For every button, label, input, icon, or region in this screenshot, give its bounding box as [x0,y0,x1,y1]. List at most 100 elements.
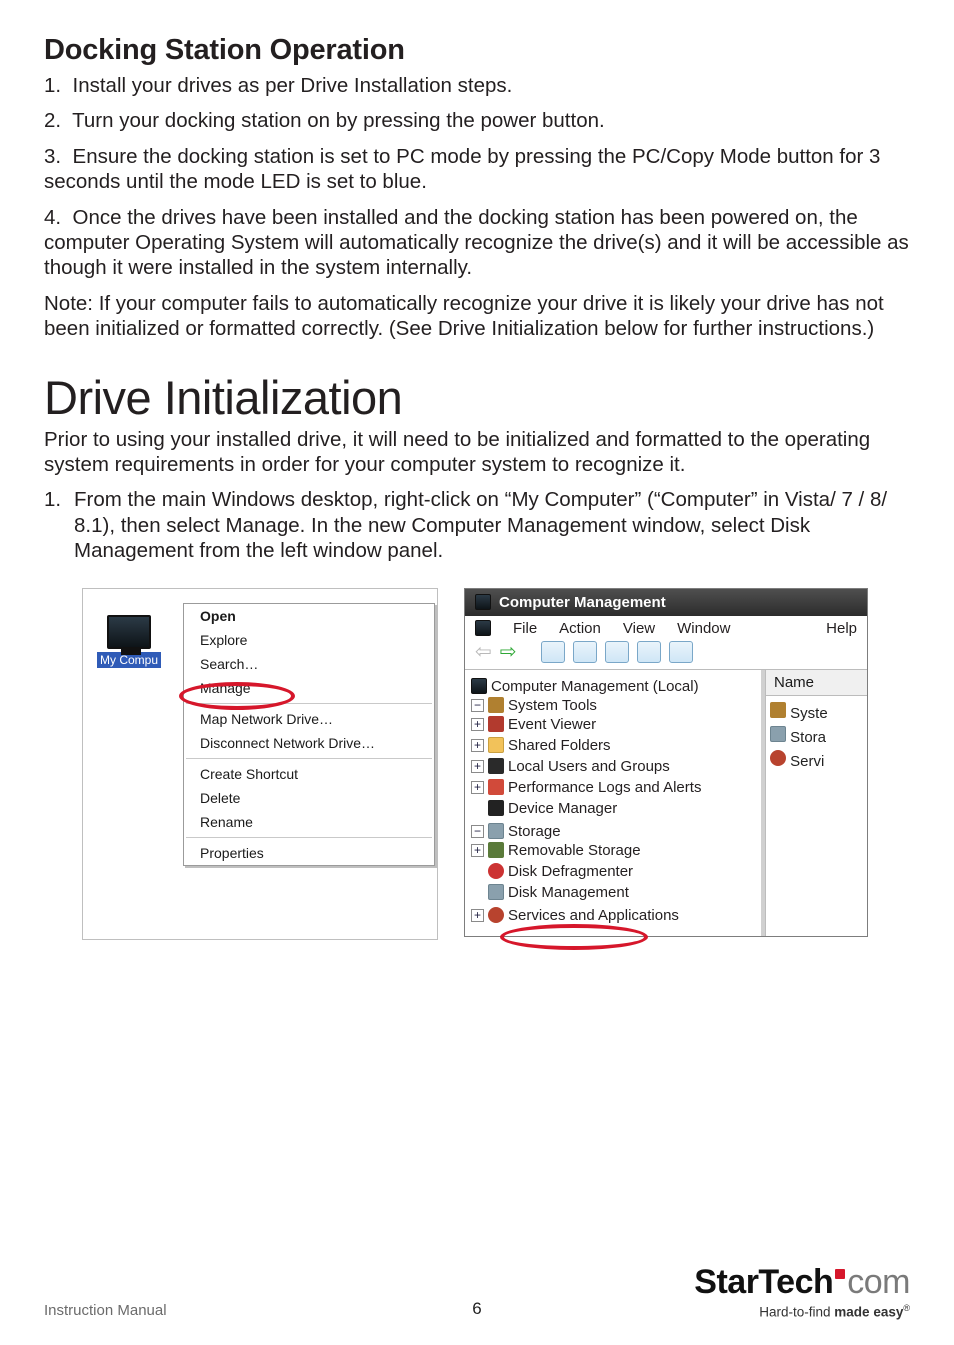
tree-label: Performance Logs and Alerts [508,779,701,796]
list-header-name[interactable]: Name [766,670,867,696]
drive-init-heading: Drive Initialization [44,370,910,425]
ctx-item-create-shortcut[interactable]: Create Shortcut [184,762,434,786]
perf-icon [488,779,504,795]
storage-icon [770,726,786,742]
menu-window[interactable]: Window [677,620,730,637]
list-panel: Name Syste Stora Servi [765,670,867,936]
mmc-doc-icon [475,620,491,636]
list-label: Syste [790,705,828,722]
screenshot-computer-management: Computer Management File Action View Win… [464,588,868,940]
toolbar-button-5[interactable] [669,641,693,663]
step-number: 3. [44,145,61,168]
window-titlebar[interactable]: Computer Management [465,589,867,616]
tree-label: Local Users and Groups [508,758,670,775]
tree-disk-management[interactable]: Disk Management [471,884,761,901]
step-text: Install your drives as per Drive Install… [73,74,513,97]
tree-system-tools[interactable]: − System Tools [471,697,761,714]
ctx-item-manage[interactable]: Manage [184,676,434,700]
expand-icon[interactable]: + [471,781,484,794]
device-manager-icon [488,800,504,816]
removable-icon [488,842,504,858]
mmc-body: Computer Management (Local) − System Too… [465,669,867,936]
menu-file[interactable]: File [513,620,537,637]
ctx-item-delete[interactable]: Delete [184,786,434,810]
init-steps-list: 1.From the main Windows desktop, right-c… [44,487,910,563]
expand-icon[interactable]: + [471,739,484,752]
ctx-item-rename[interactable]: Rename [184,810,434,834]
tree-local-users[interactable]: + Local Users and Groups [471,758,761,775]
menu-bar: File Action View Window Help [465,616,867,639]
tree-perf-logs[interactable]: + Performance Logs and Alerts [471,779,761,796]
tree-shared-folders[interactable]: + Shared Folders [471,737,761,754]
tree-device-manager[interactable]: Device Manager [471,800,761,817]
tree-label: Services and Applications [508,907,679,924]
back-button[interactable]: ⇦ [475,642,492,662]
users-icon [488,758,504,774]
computer-icon [471,678,487,694]
toolbar-button-2[interactable] [573,641,597,663]
menu-action[interactable]: Action [559,620,601,637]
list-row[interactable]: Stora [770,724,865,748]
toolbar-button-3[interactable] [605,641,629,663]
menu-help[interactable]: Help [826,620,857,637]
expand-icon[interactable]: + [471,718,484,731]
toolbar: ⇦ ⇨ [465,639,867,669]
tree-event-viewer[interactable]: + Event Viewer [471,716,761,733]
expand-icon[interactable]: + [471,909,484,922]
tree-panel: Computer Management (Local) − System Too… [465,670,765,936]
tree-services-apps[interactable]: + Services and Applications [471,907,761,924]
step-number: 4. [44,206,61,229]
tree-label: Storage [508,823,561,840]
mmc-icon [475,594,491,610]
forward-button[interactable]: ⇨ [500,642,517,662]
collapse-icon[interactable]: − [471,825,484,838]
services-icon [488,907,504,923]
tree-label: Shared Folders [508,737,611,754]
tree-storage[interactable]: − Storage [471,823,761,840]
list-row[interactable]: Syste [770,700,865,724]
my-computer-icon[interactable]: My Compu [77,615,181,669]
folder-icon [488,737,504,753]
mmc-window: Computer Management File Action View Win… [464,588,868,937]
brand-name-1: StarTech [694,1263,833,1301]
dock-step-3: 3. Ensure the docking station is set to … [44,144,910,195]
page-content: Docking Station Operation 1. Install you… [44,34,910,940]
menu-view[interactable]: View [623,620,655,637]
expand-icon[interactable]: + [471,844,484,857]
init-intro: Prior to using your installed drive, it … [44,427,910,478]
toolbar-button-1[interactable] [541,641,565,663]
ctx-item-open[interactable]: Open [184,604,434,628]
brand-block: StarTech com Hard-to-find made easy® [694,1265,910,1320]
brand-dot-icon [835,1269,845,1279]
registered-mark: ® [903,1303,910,1313]
monitor-icon [107,615,151,649]
screenshot-context-menu: My Compu Open Explore Search… Manage Map… [82,588,438,940]
services-icon [770,750,786,766]
tools-icon [770,702,786,718]
ctx-item-search[interactable]: Search… [184,652,434,676]
list-label: Servi [790,753,824,770]
brand-name-2: com [847,1263,910,1301]
ctx-item-map-drive[interactable]: Map Network Drive… [184,707,434,731]
step-number: 2. [44,109,61,132]
list-row[interactable]: Servi [770,748,865,772]
ctx-separator [186,703,432,704]
ctx-item-properties[interactable]: Properties [184,841,434,865]
toolbar-button-help[interactable] [637,641,661,663]
dock-note: Note: If your computer fails to automati… [44,291,910,342]
ctx-item-disconnect-drive[interactable]: Disconnect Network Drive… [184,731,434,755]
tree-label: Event Viewer [508,716,596,733]
footer-instruction-manual: Instruction Manual [44,1302,167,1319]
tree-removable-storage[interactable]: + Removable Storage [471,842,761,859]
step-text: Ensure the docking station is set to PC … [44,145,880,193]
ctx-item-explore[interactable]: Explore [184,628,434,652]
tree-disk-defragmenter[interactable]: Disk Defragmenter [471,863,761,880]
window-title: Computer Management [499,594,666,611]
tree-root[interactable]: Computer Management (Local) [471,678,761,695]
tree-label: Disk Defragmenter [508,863,633,880]
brand-tagline: Hard-to-find made easy® [694,1303,910,1320]
collapse-icon[interactable]: − [471,699,484,712]
expand-icon[interactable]: + [471,760,484,773]
brand-logo: StarTech com [694,1265,910,1299]
step-number: 1. [44,74,61,97]
